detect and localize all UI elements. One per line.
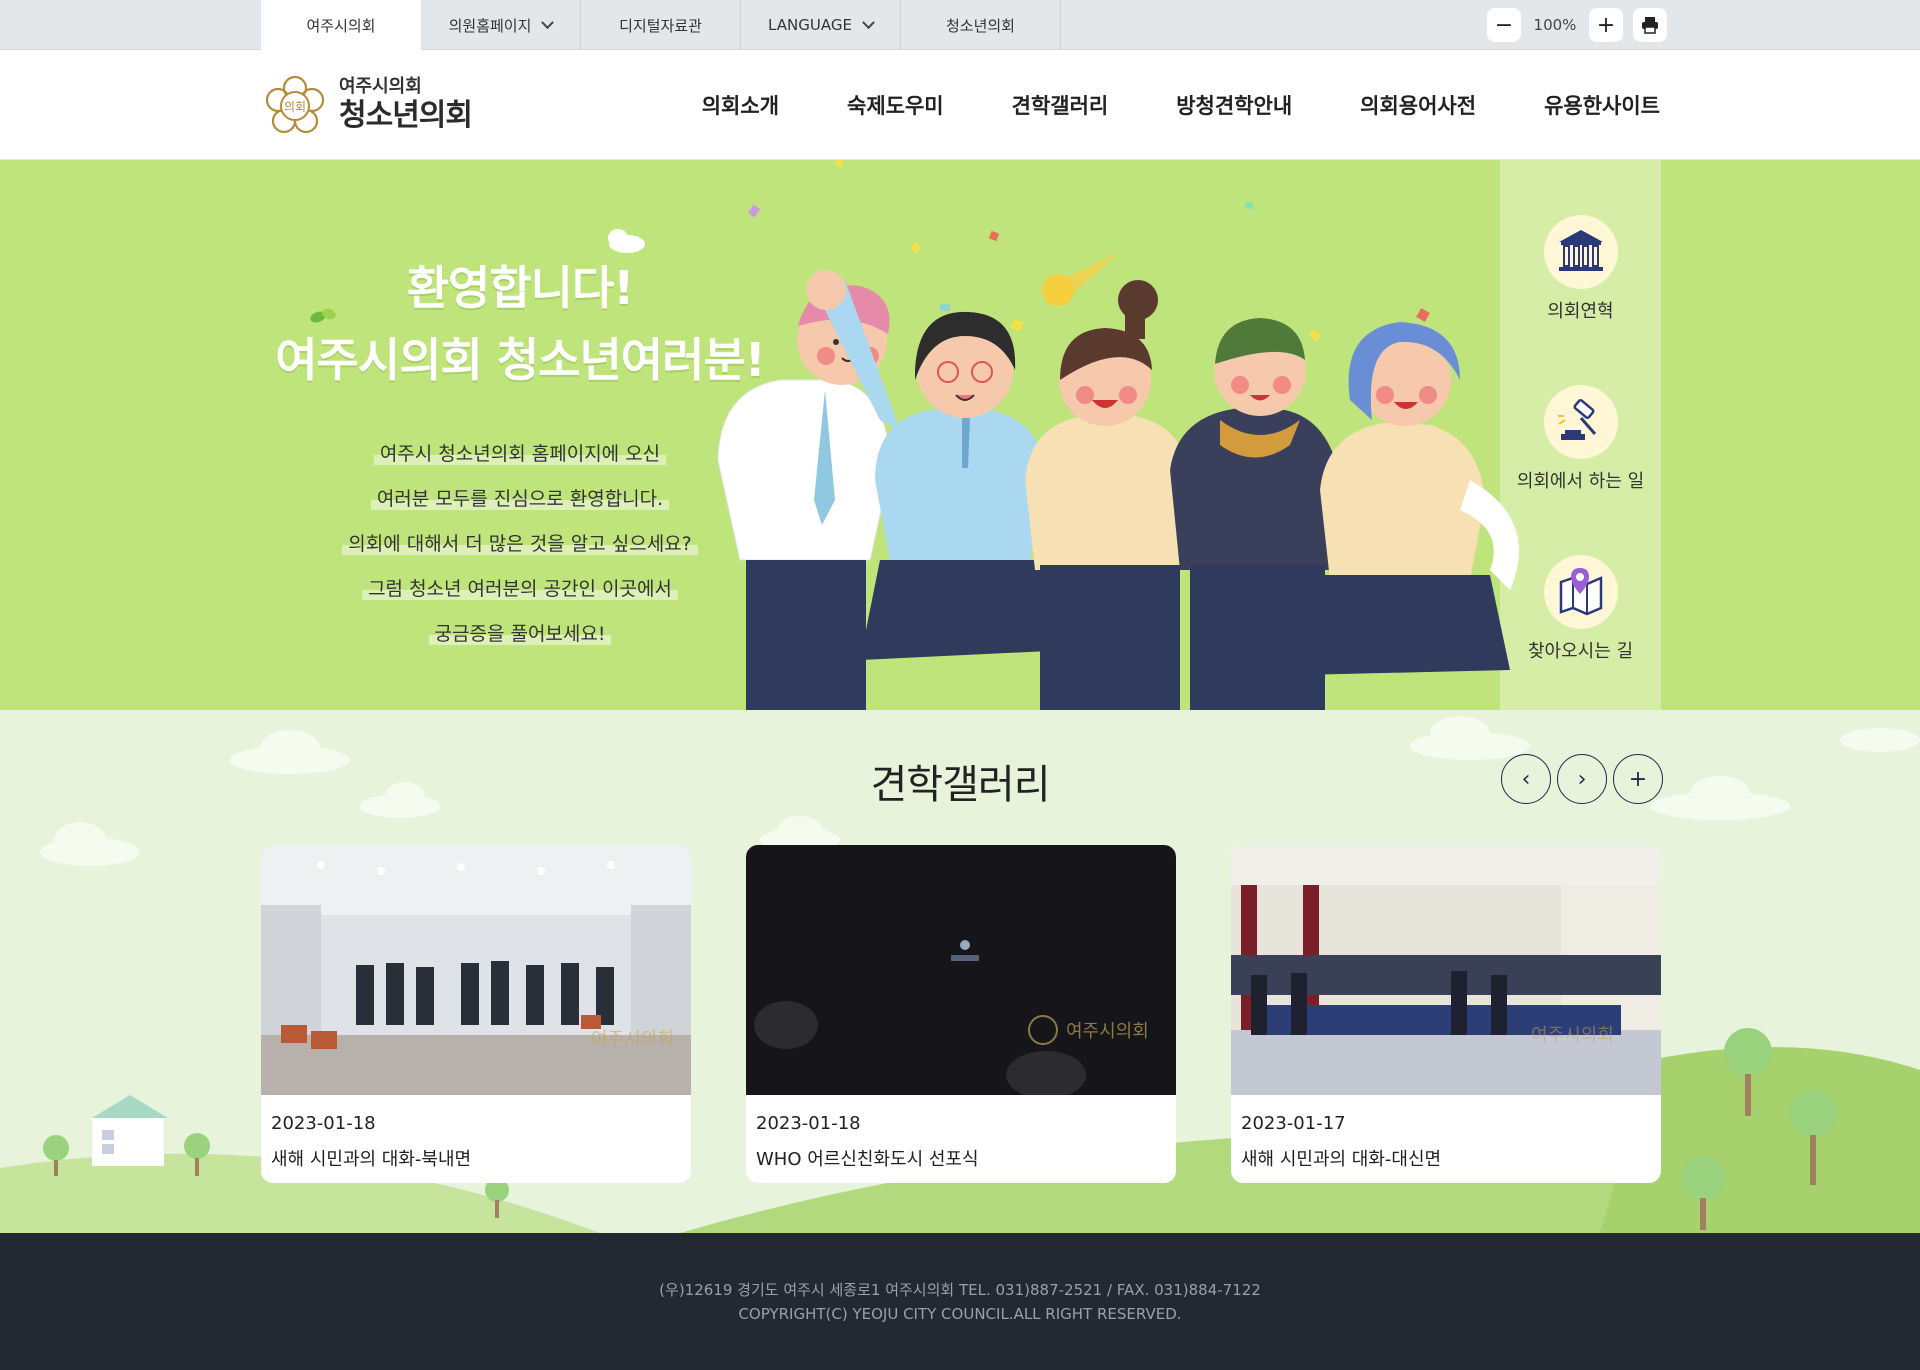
council-emblem-icon: 의회 [265,75,325,134]
hero-desc-line: 의회에 대해서 더 많은 것을 알고 싶으세요? [320,522,720,567]
tab-label: 청소년의회 [945,16,1015,35]
chevron-right-icon: › [1577,766,1587,792]
gallery-photo: 여주시의회 [1231,845,1661,1095]
hero-desc-line: 여러분 모두를 진심으로 환영합니다. [320,477,720,522]
tab-label: LANGUAGE [768,16,852,34]
tab-council[interactable]: 여주시의회 [261,0,421,50]
tab-label: 디지털자료관 [619,16,702,35]
logo-text: 여주시의회 청소년의회 [339,76,473,135]
quick-link-directions[interactable]: 찾아오시는 길 [1500,555,1661,663]
logo-title: 청소년의회 [339,98,473,133]
hero-desc-line: 여주시 청소년의회 홈페이지에 오신 [320,432,720,477]
gallery-next-button[interactable]: › [1557,754,1607,804]
logo-subtitle: 여주시의회 [339,76,422,97]
nav-useful-sites[interactable]: 유용한사이트 [1544,90,1660,120]
zoom-level: 100% [1533,16,1577,34]
gallery-caption: WHO 어르신친화도시 선포식 [756,1149,979,1170]
chevron-left-icon: ‹ [1521,766,1531,792]
students-illustration [717,270,1519,710]
hero-desc-line: 그럼 청소년 여러분의 공간인 이곳에서 [320,567,720,612]
gallery-photo: 여주시의회 [746,845,1176,1099]
hero-desc-line: 궁금증을 풀어보세요! [320,612,720,657]
tab-member-homepage[interactable]: 의원홈페이지 [421,0,581,50]
gallery-date: 2023-01-18 [756,1113,861,1134]
gallery-card[interactable]: 여주시의회 2023-01-17 새해 시민과의 대화-대신면 [1231,845,1661,1183]
quick-link-council-work[interactable]: 의회에서 하는 일 [1500,385,1661,493]
nav-homework-helper[interactable]: 숙제도우미 [847,90,944,120]
quick-link-history[interactable]: 의회연혁 [1500,215,1661,323]
svg-text:여주시의회: 여주시의회 [591,1029,674,1050]
print-button[interactable] [1633,8,1667,42]
zoom-out-button[interactable]: − [1487,8,1521,42]
nav-glossary[interactable]: 의회용어사전 [1360,90,1476,120]
gallery-photo: 여주시의회 [261,845,691,1095]
tab-language[interactable]: LANGUAGE [741,0,901,50]
gallery-prev-button[interactable]: ‹ [1501,754,1551,804]
gallery-date: 2023-01-18 [271,1113,376,1134]
chevron-down-icon [862,15,875,29]
svg-text:여주시의회: 여주시의회 [1066,1021,1149,1042]
tab-digital-archive[interactable]: 디지털자료관 [581,0,741,50]
svg-text:의회: 의회 [284,100,306,114]
building-icon [1543,215,1618,289]
side-label: 찾아오시는 길 [1527,641,1634,662]
minus-icon: − [1494,12,1514,38]
gallery-card[interactable]: 여주시의회 2023-01-18 WHO 어르신친화도시 선포식 [746,845,1176,1183]
gallery-more-button[interactable]: + [1613,754,1663,804]
footer-address: (우)12619 경기도 여주시 세종로1 여주시의회 TEL. 031)887… [659,1281,1261,1299]
utility-bar: 여주시의회 의원홈페이지 디지털자료관 LANGUAGE 청소년의회 − 100… [0,0,1920,50]
zoom-controls: − 100% + [1487,8,1667,42]
side-label: 의회연혁 [1547,301,1614,322]
map-pin-icon [1543,555,1618,629]
tab-youth-council[interactable]: 청소년의회 [901,0,1061,50]
svg-text:여주시의회: 여주시의회 [1531,1025,1614,1046]
nav-tour-gallery[interactable]: 견학갤러리 [1012,90,1109,120]
hero-description: 여주시 청소년의회 홈페이지에 오신 여러분 모두를 진심으로 환영합니다. 의… [320,432,720,657]
nav-council-intro[interactable]: 의회소개 [702,90,779,120]
zoom-in-button[interactable]: + [1589,8,1623,42]
main-navigation: 의회소개 숙제도우미 견학갤러리 방청견학안내 의회용어사전 유용한사이트 [702,50,1660,160]
site-tabs: 여주시의회 의원홈페이지 디지털자료관 LANGUAGE 청소년의회 [261,0,1061,50]
gallery-section: 견학갤러리 ‹ › + 여주시의회 2023-01-18 새해 시민과의 대화-… [0,710,1920,1233]
plus-icon: + [1596,12,1616,38]
tab-label: 여주시의회 [306,16,376,35]
plus-icon: + [1628,766,1648,792]
gallery-caption: 새해 시민과의 대화-북내면 [271,1149,472,1170]
nav-visit-guide[interactable]: 방청견학안내 [1176,90,1292,120]
tab-label: 의원홈페이지 [448,16,532,35]
gallery-date: 2023-01-17 [1241,1113,1346,1134]
hero-banner: 환영합니다! 여주시의회 청소년여러분! 여주시 청소년의회 홈페이지에 오신 … [0,160,1920,710]
printer-icon [1642,17,1658,34]
footer-copyright: COPYRIGHT(C) YEOJU CITY COUNCIL.ALL RIGH… [738,1305,1182,1323]
site-header: 의회 여주시의회 청소년의회 의회소개 숙제도우미 견학갤러리 방청견학안내 의… [0,50,1920,160]
gavel-icon [1543,385,1618,459]
side-label: 의회에서 하는 일 [1516,471,1645,492]
chevron-down-icon [541,15,555,29]
gallery-caption: 새해 시민과의 대화-대신면 [1241,1149,1442,1170]
site-footer: (우)12619 경기도 여주시 세종로1 여주시의회 TEL. 031)887… [0,1233,1920,1370]
site-logo[interactable]: 의회 여주시의회 청소년의회 [261,72,473,140]
gallery-controls: ‹ › + [1501,754,1663,804]
gallery-card[interactable]: 여주시의회 2023-01-18 새해 시민과의 대화-북내면 [261,845,691,1183]
